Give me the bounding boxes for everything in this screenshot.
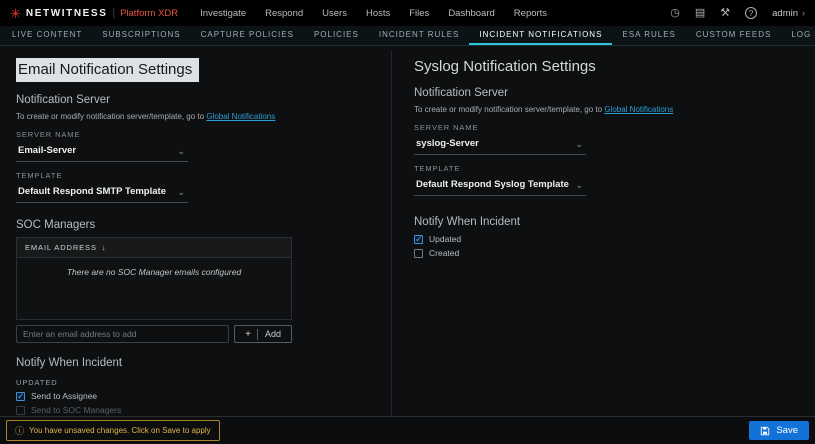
unsaved-changes-warning: ⓘ You have unsaved changes. Click on Sav…: [6, 420, 220, 441]
email-notification-server-heading: Notification Server: [16, 94, 391, 106]
checkbox[interactable]: [16, 406, 25, 415]
tab-custom-feeds[interactable]: CUSTOM FEEDS: [686, 26, 781, 45]
syslog-template-select[interactable]: Default Respond Syslog Template ⌄: [414, 176, 586, 196]
soc-table-body: There are no SOC Manager emails configur…: [17, 257, 291, 319]
user-name: admin: [772, 8, 798, 19]
checkbox-row-updated-send-to-assignee[interactable]: Send to Assignee: [16, 391, 391, 401]
save-icon: [760, 426, 770, 436]
tab-log-parser-rules[interactable]: LOG PARSER RULES: [781, 26, 815, 45]
save-button[interactable]: Save: [749, 421, 809, 440]
nav-files[interactable]: Files: [409, 8, 429, 19]
checkbox[interactable]: [16, 392, 25, 401]
brand-product: Platform XDR: [120, 8, 178, 19]
save-button-label: Save: [776, 425, 798, 436]
syslog-notification-server-heading: Notification Server: [414, 87, 815, 99]
email-settings-title: Email Notification Settings: [16, 58, 391, 82]
nav-dashboard[interactable]: Dashboard: [448, 8, 494, 19]
netwitness-logo-icon: ✳: [10, 7, 21, 20]
email-address-input[interactable]: [16, 325, 229, 343]
brand-divider: |: [112, 8, 115, 19]
checkbox-row-updated-send-to-soc-managers[interactable]: Send to SOC Managers: [16, 405, 391, 415]
tools-icon[interactable]: ⚒: [720, 7, 730, 19]
top-bar: ✳ NETWITNESS | Platform XDR Investigate …: [0, 0, 815, 26]
email-template-select[interactable]: Default Respond SMTP Template ⌄: [16, 183, 188, 203]
tab-incident-notifications[interactable]: INCIDENT NOTIFICATIONS: [469, 26, 612, 45]
soc-empty-message: There are no SOC Manager emails configur…: [17, 258, 291, 277]
user-menu[interactable]: admin ›: [772, 8, 805, 19]
main-content: Email Notification Settings Notification…: [0, 46, 815, 416]
warning-text: You have unsaved changes. Click on Save …: [29, 426, 211, 435]
checkbox[interactable]: [414, 235, 423, 244]
syslog-server-select[interactable]: syslog-Server ⌄: [414, 135, 586, 155]
nav-users[interactable]: Users: [322, 8, 347, 19]
brand: ✳ NETWITNESS | Platform XDR: [10, 7, 178, 20]
column-label: EMAIL ADDRESS: [25, 243, 97, 252]
email-settings-panel: Email Notification Settings Notification…: [0, 46, 391, 416]
tab-incident-rules[interactable]: INCIDENT RULES: [369, 26, 470, 45]
tab-subscriptions[interactable]: SUBSCRIPTIONS: [92, 26, 190, 45]
soc-managers-heading: SOC Managers: [16, 219, 391, 231]
email-address-column-header[interactable]: EMAIL ADDRESS ↓: [17, 238, 291, 257]
updated-group-label: UPDATED: [16, 378, 391, 387]
email-template-label: TEMPLATE: [16, 171, 391, 180]
nav-reports[interactable]: Reports: [514, 8, 547, 19]
nav-investigate[interactable]: Investigate: [200, 8, 246, 19]
add-button-label: Add: [265, 329, 281, 339]
top-navigation: Investigate Respond Users Hosts Files Da…: [200, 8, 547, 19]
email-server-select[interactable]: Email-Server ⌄: [16, 142, 188, 162]
soc-managers-table: EMAIL ADDRESS ↓ There are no SOC Manager…: [16, 237, 292, 320]
syslog-server-help: To create or modify notification server/…: [414, 105, 815, 114]
checkbox-row-syslog-created[interactable]: Created: [414, 248, 815, 258]
tab-live-content[interactable]: LIVE CONTENT: [2, 26, 92, 45]
chevron-down-icon: ⌄: [575, 181, 583, 189]
syslog-template-label: TEMPLATE: [414, 164, 815, 173]
tab-capture-policies[interactable]: CAPTURE POLICIES: [191, 26, 304, 45]
checkbox[interactable]: [414, 249, 423, 258]
syslog-server-name-label: SERVER NAME: [414, 123, 815, 132]
add-email-button[interactable]: + Add: [234, 325, 292, 343]
brand-name: NETWITNESS: [26, 8, 108, 19]
topbar-right: ◷ ▤ ⚒ ? admin ›: [670, 7, 805, 19]
global-notifications-link[interactable]: Global Notifications: [604, 105, 673, 114]
chevron-down-icon: ⌄: [177, 188, 185, 196]
netwitness-app: ✳ NETWITNESS | Platform XDR Investigate …: [0, 0, 815, 444]
global-notifications-link[interactable]: Global Notifications: [206, 112, 275, 121]
syslog-notify-heading: Notify When Incident: [414, 216, 815, 228]
info-icon: ⓘ: [15, 424, 24, 437]
help-icon[interactable]: ?: [745, 7, 757, 19]
syslog-settings-title: Syslog Notification Settings: [414, 58, 815, 75]
sort-desc-icon: ↓: [102, 243, 107, 252]
email-server-name-label: SERVER NAME: [16, 130, 391, 139]
health-icon[interactable]: ◷: [670, 7, 680, 19]
chevron-down-icon: ⌄: [177, 147, 185, 155]
syslog-settings-panel: Syslog Notification Settings Notificatio…: [392, 46, 815, 416]
admin-sub-navigation: LIVE CONTENT SUBSCRIPTIONS CAPTURE POLIC…: [0, 26, 815, 46]
tab-policies[interactable]: POLICIES: [304, 26, 369, 45]
nav-respond[interactable]: Respond: [265, 8, 303, 19]
footer-bar: ⓘ You have unsaved changes. Click on Sav…: [0, 416, 815, 444]
plus-icon: +: [245, 329, 258, 340]
jobs-icon[interactable]: ▤: [695, 7, 705, 19]
checkbox-row-syslog-updated[interactable]: Updated: [414, 234, 815, 244]
tab-esa-rules[interactable]: ESA RULES: [612, 26, 685, 45]
email-server-help: To create or modify notification server/…: [16, 112, 391, 121]
email-notify-heading: Notify When Incident: [16, 357, 391, 369]
chevron-right-icon: ›: [802, 8, 805, 18]
chevron-down-icon: ⌄: [575, 140, 583, 148]
nav-hosts[interactable]: Hosts: [366, 8, 390, 19]
add-email-row: + Add: [16, 325, 292, 343]
